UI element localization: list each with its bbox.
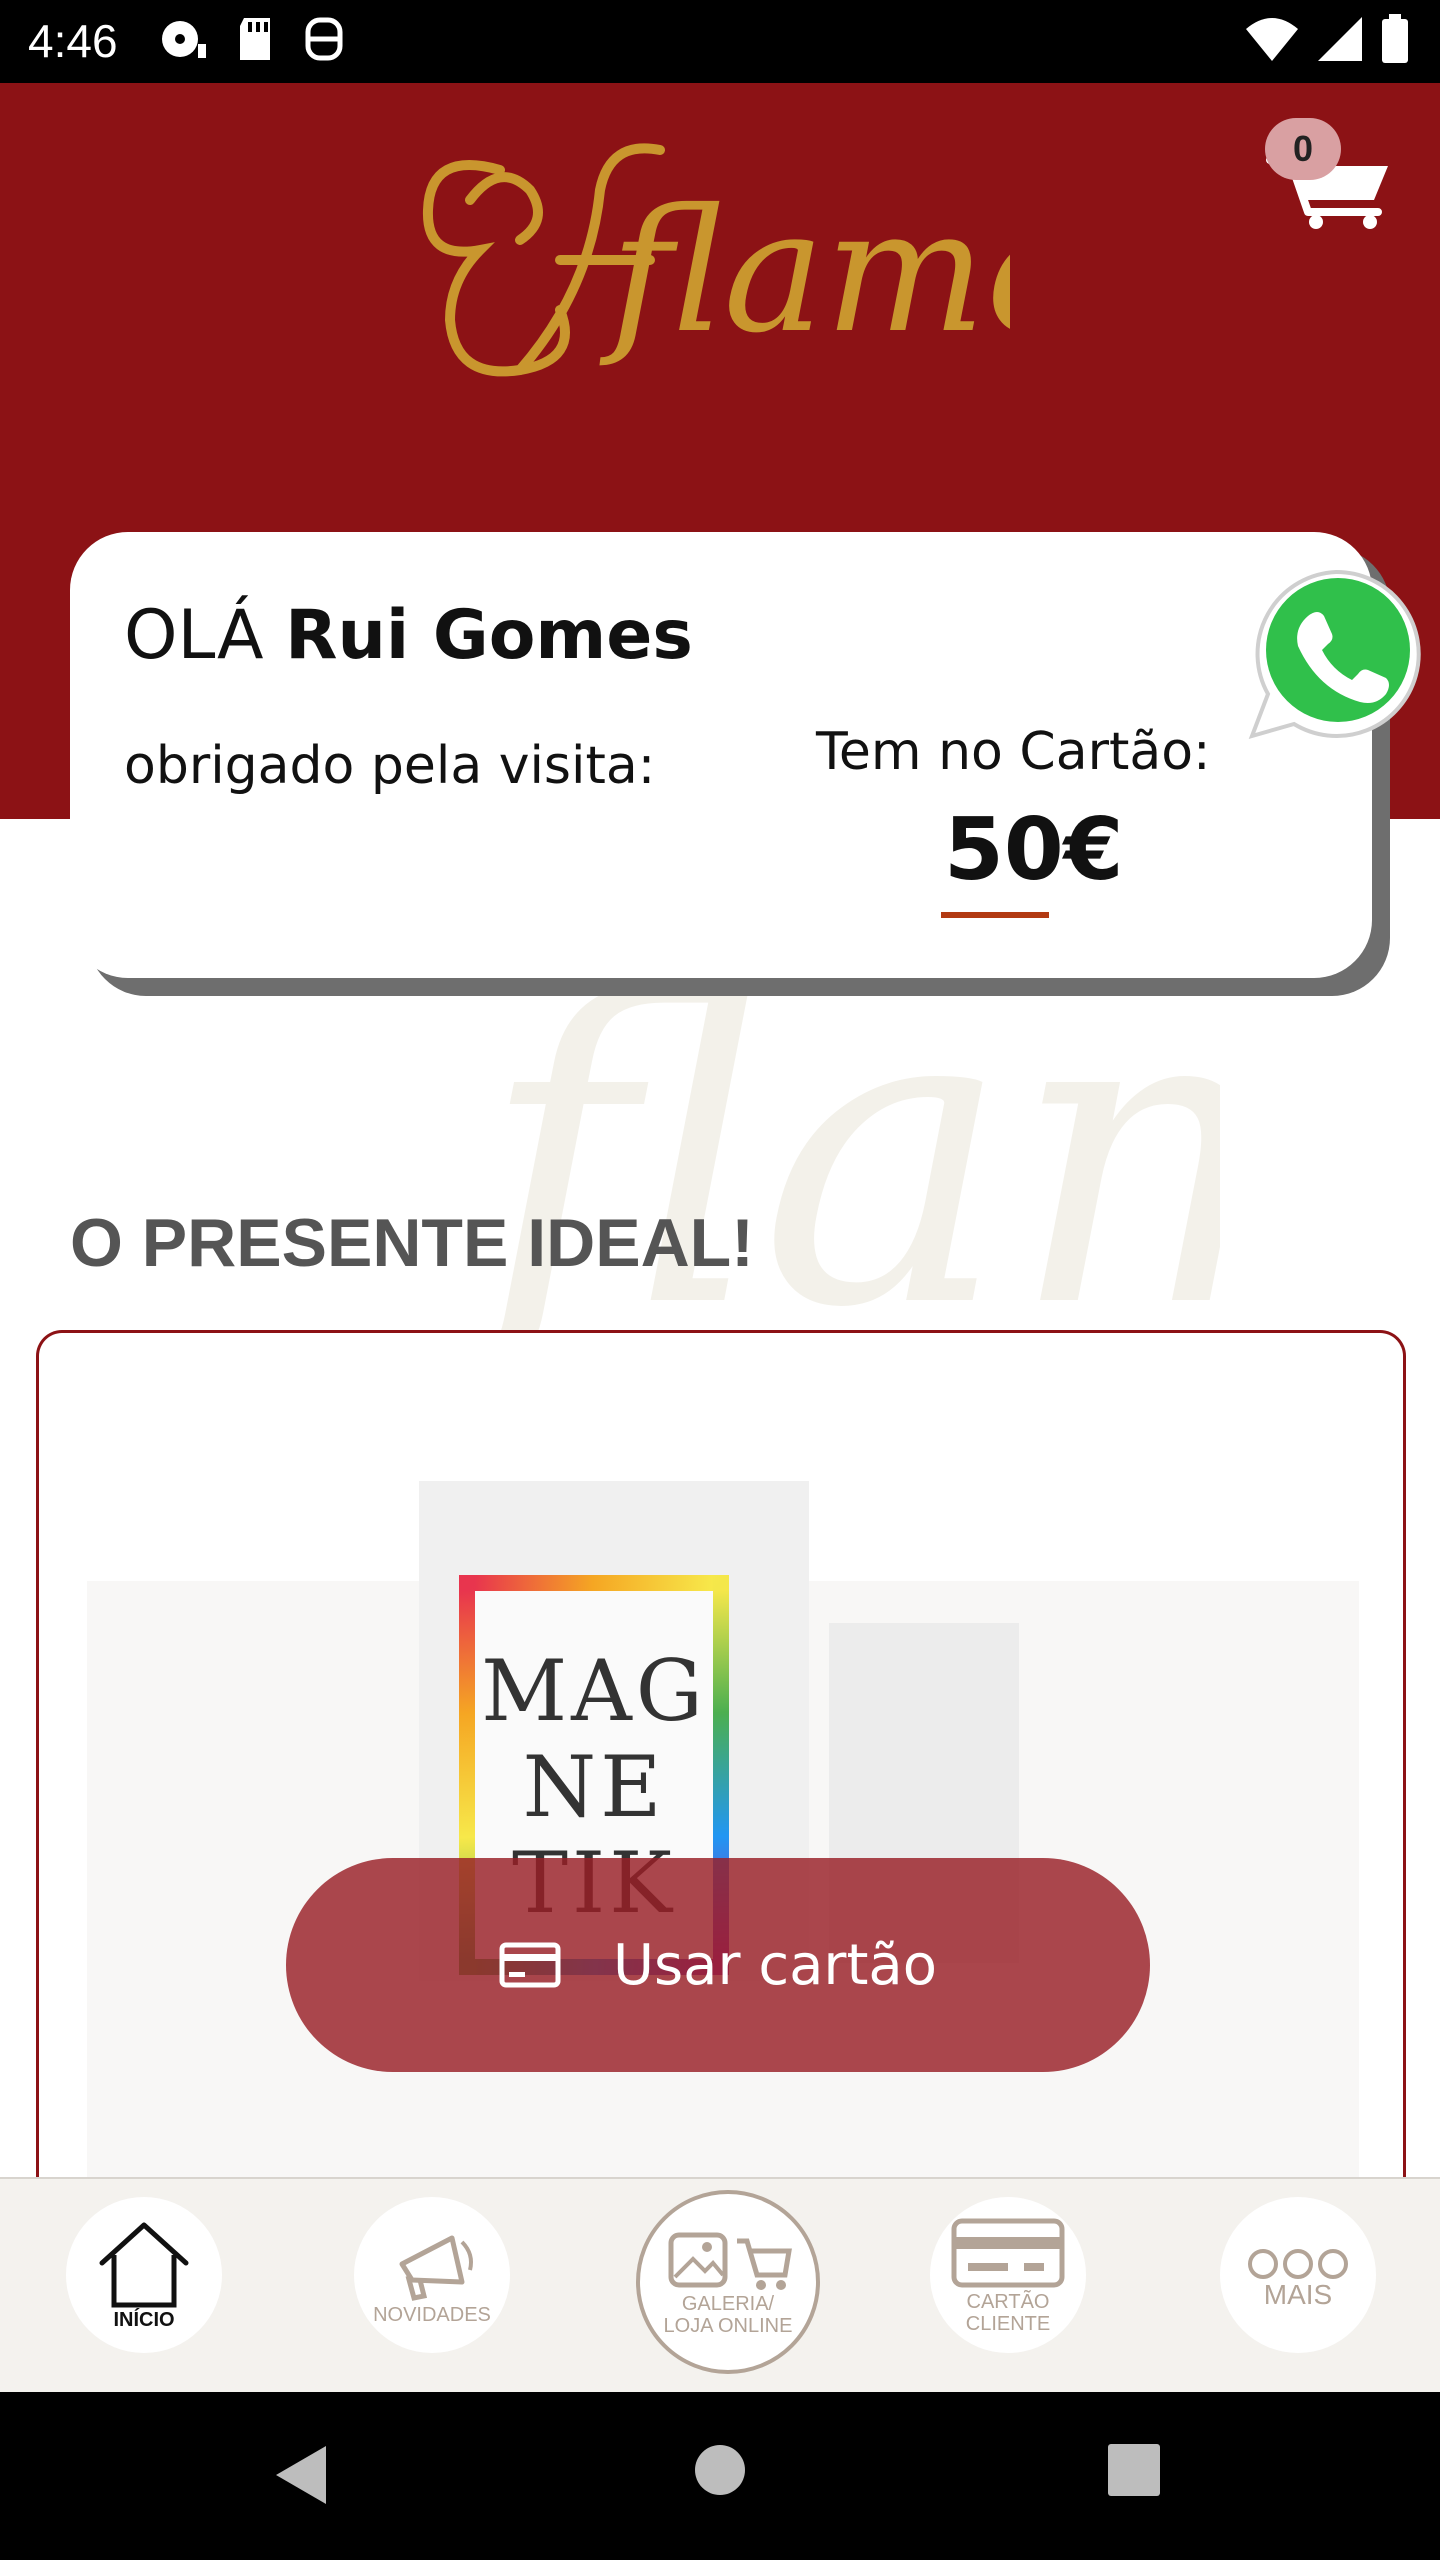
nav-mais[interactable]: MAIS [1220, 2197, 1376, 2353]
status-system-icons [1244, 14, 1410, 64]
logo-text: flame [599, 173, 1010, 371]
battery-icon [1382, 14, 1408, 63]
nav-galeria[interactable]: GALERIA/ LOJA ONLINE [636, 2190, 820, 2374]
use-card-label: Usar cartão [613, 1932, 937, 1998]
flame-logo[interactable]: flame [410, 130, 1010, 400]
cart-count-badge: 0 [1265, 118, 1341, 180]
use-card-button[interactable]: Usar cartão [286, 1858, 1150, 2072]
product-card[interactable]: MAG NE TIK [36, 1330, 1406, 2230]
status-notification-icons [160, 14, 346, 64]
home-icon [99, 2222, 189, 2308]
nav-label-cartao: CARTÃO CLIENTE [965, 2291, 1051, 2335]
sd-card-icon [240, 18, 270, 60]
nav-inicio[interactable]: INÍCIO [66, 2197, 222, 2353]
visit-message: obrigado pela visita: [124, 736, 656, 796]
more-icon [1248, 2249, 1348, 2279]
card-balance-amount: 50€ [944, 800, 1124, 900]
greeting-line: OLÁ Rui Gomes [124, 596, 693, 675]
home-button-icon[interactable] [694, 2444, 746, 2496]
section-title: O PRESENTE IDEAL! [70, 1205, 754, 1281]
nav-label-novidades: NOVIDADES [373, 2304, 491, 2326]
media-icon [162, 21, 206, 58]
back-icon[interactable] [270, 2442, 330, 2508]
nav-label-galeria: GALERIA/ LOJA ONLINE [663, 2293, 793, 2337]
status-time: 4:46 [28, 15, 118, 67]
gallery-cart-icon [668, 2232, 792, 2290]
nav-label-mais: MAIS [1263, 2279, 1333, 2310]
nav-novidades[interactable]: NOVIDADES [354, 2197, 510, 2353]
vpn-icon [305, 17, 343, 61]
system-navigation-bar [0, 2392, 1440, 2560]
user-name: Rui Gomes [285, 596, 693, 675]
recents-icon[interactable] [1108, 2444, 1160, 2496]
amount-underline [941, 912, 1049, 918]
megaphone-icon [399, 2235, 473, 2301]
wifi-icon [1246, 18, 1298, 61]
card-balance-label: Tem no Cartão: [816, 722, 1211, 782]
nav-cartao-cliente[interactable]: CARTÃO CLIENTE [930, 2197, 1086, 2353]
signal-icon [1318, 17, 1362, 61]
nav-label-inicio: INÍCIO [113, 2309, 175, 2331]
whatsapp-icon[interactable] [1246, 564, 1426, 744]
greeting-hello: OLÁ [124, 596, 264, 675]
credit-card-icon [499, 1942, 561, 1988]
customer-card-icon [951, 2218, 1065, 2288]
status-bar: 4:46 [0, 0, 1440, 83]
